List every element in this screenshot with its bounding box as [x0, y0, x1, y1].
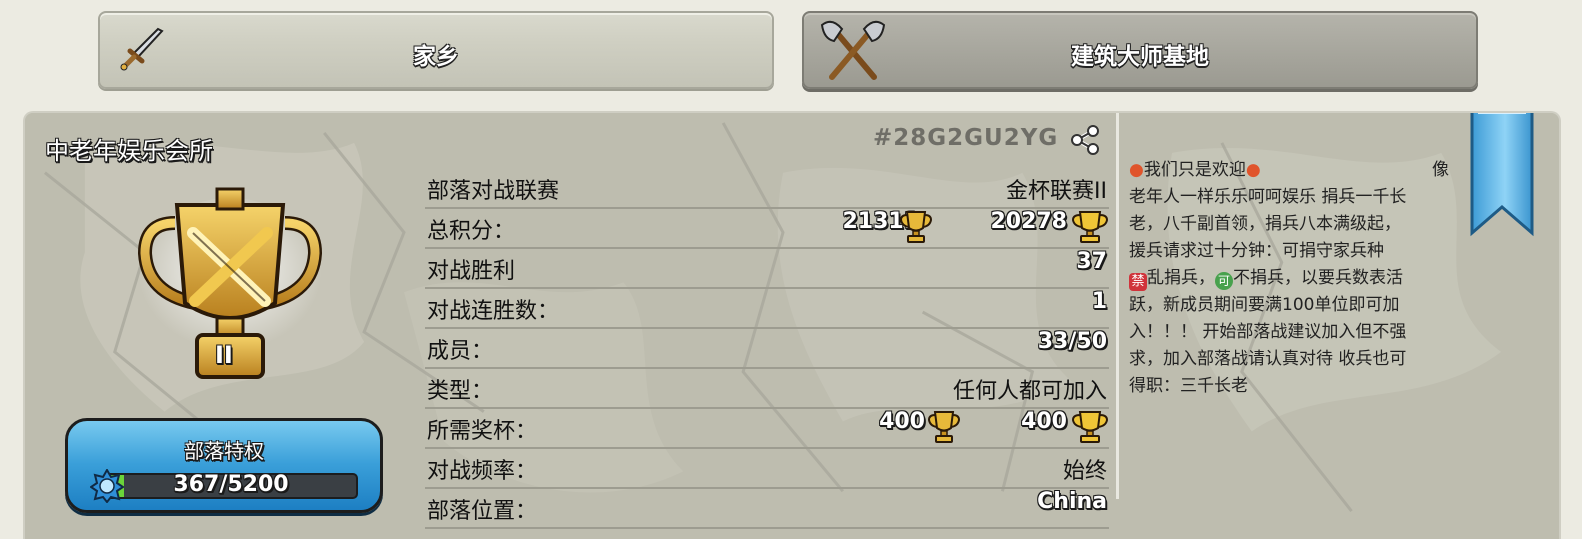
row-members: 成员： 33/50 — [425, 329, 1109, 369]
clan-perks-button[interactable]: 部落特权 367/5200 — [65, 418, 383, 513]
type-label: 类型： — [427, 379, 494, 404]
location-label: 部落位置： — [427, 499, 538, 524]
row-total-points: 总积分： 21311 20278 — [425, 209, 1109, 249]
war-wins-label: 对战胜利 — [427, 259, 516, 284]
trophy-icon — [899, 211, 933, 243]
clan-perks-progress-text: 367/5200 — [173, 472, 289, 497]
tab-home-label: 家乡 — [413, 44, 459, 70]
clan-xp-icon — [90, 469, 124, 503]
pin-icon: ● — [1245, 160, 1261, 180]
bookmark-ribbon-icon[interactable] — [1468, 111, 1536, 239]
required-trophies-home: 400 — [879, 409, 925, 434]
description-line: ●我们只是欢迎● 像 — [1129, 157, 1459, 184]
description-line: 跃，新成员期间要满100单位即可加 — [1129, 295, 1400, 315]
location-value: China — [1037, 489, 1107, 514]
trophy-icon — [927, 411, 961, 443]
description-text: 乱捐兵， — [1147, 268, 1215, 288]
win-streak-value: 1 — [1091, 289, 1107, 314]
description-line: 求，加入部落战请认真对待 收兵也可 — [1129, 349, 1407, 369]
war-league-value: 金杯联赛II — [1006, 179, 1107, 204]
row-required-trophies: 所需奖杯： 400 400 — [425, 409, 1109, 449]
row-type: 类型： 任何人都可加入 — [425, 369, 1109, 409]
required-trophies-builder: 400 — [1021, 409, 1067, 434]
clan-perks-progress-bar: 367/5200 — [104, 472, 358, 499]
pin-icon: ● — [1129, 160, 1144, 180]
total-points-builder: 20278 — [990, 209, 1067, 234]
total-points-label: 总积分： — [427, 219, 516, 244]
row-location: 部落位置： China — [425, 489, 1109, 529]
war-frequency-value: 始终 — [1062, 459, 1107, 484]
builder-trophy-icon — [1071, 411, 1109, 443]
description-line: 入！！！ 开始部落战建议加入但不强 — [1129, 322, 1407, 342]
description-line: 得职：三千长老 — [1129, 376, 1248, 396]
accept-icon: 可 — [1215, 272, 1233, 290]
type-value: 任何人都可加入 — [952, 379, 1107, 404]
war-wins-value: 37 — [1076, 249, 1107, 274]
clan-badge-level: II — [215, 341, 233, 369]
clan-description: ●我们只是欢迎● 像 老年人一样乐乐呵呵娱乐 捐兵一千长 老，八千副首领，捐兵八… — [1129, 157, 1459, 400]
clan-info-panel: 中老年娱乐会所 II 部落特权 367/5200 #28G2GU2YG 部落对战… — [23, 111, 1561, 539]
description-text: 像 — [1432, 160, 1449, 180]
description-line: 援兵请求过十分钟：可捐守家兵种 — [1129, 241, 1384, 261]
clan-name: 中老年娱乐会所 — [45, 137, 213, 165]
prohibited-icon: 禁 — [1129, 273, 1147, 291]
members-value: 33/50 — [1037, 329, 1107, 354]
tab-builder-label: 建筑大师基地 — [1071, 44, 1209, 70]
description-line: 老年人一样乐乐呵呵娱乐 捐兵一千长 — [1129, 187, 1407, 207]
row-war-wins: 对战胜利 37 — [425, 249, 1109, 289]
description-line: 禁乱捐兵，可不捐兵，以要兵数表活 — [1129, 265, 1459, 292]
row-war-league: 部落对战联赛 金杯联赛II — [425, 169, 1109, 209]
required-trophies-label: 所需奖杯： — [427, 419, 538, 444]
tab-builder-base[interactable]: 建筑大师基地 — [802, 11, 1478, 89]
members-label: 成员： — [427, 339, 494, 364]
war-league-label: 部落对战联赛 — [427, 179, 560, 204]
tab-home-village[interactable]: 家乡 — [98, 11, 774, 89]
clan-perks-label: 部落特权 — [184, 439, 264, 463]
clan-stats-table: 部落对战联赛 金杯联赛II 总积分： 21311 20278 对战胜利 37 对… — [425, 169, 1109, 529]
row-war-frequency: 对战频率： 始终 — [425, 449, 1109, 489]
column-divider — [1116, 113, 1119, 499]
war-frequency-label: 对战频率： — [427, 459, 538, 484]
description-text: 我们只是欢迎 — [1143, 160, 1246, 180]
share-icon[interactable] — [1068, 123, 1102, 157]
win-streak-label: 对战连胜数： — [427, 299, 560, 324]
row-win-streak: 对战连胜数： 1 — [425, 289, 1109, 329]
clan-tag[interactable]: #28G2GU2YG — [873, 125, 1058, 151]
description-text: 不捐兵，以要兵数表活 — [1233, 268, 1403, 288]
builder-trophy-icon — [1071, 211, 1109, 243]
description-line: 老，八千副首领，捐兵八本满级起， — [1129, 214, 1401, 234]
